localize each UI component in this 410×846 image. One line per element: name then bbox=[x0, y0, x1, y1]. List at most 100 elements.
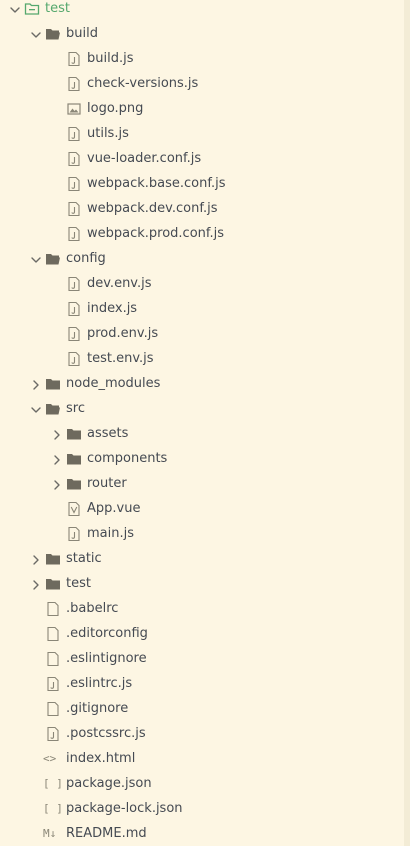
file-label: App.vue bbox=[87, 501, 141, 516]
file-label: main.js bbox=[87, 526, 134, 541]
folder-label: node_modules bbox=[66, 376, 161, 391]
json-file-icon: [ ] bbox=[43, 802, 63, 815]
file-label: index.js bbox=[87, 301, 138, 316]
folder-icon bbox=[46, 579, 60, 590]
file-label: .editorconfig bbox=[66, 626, 148, 641]
chevron-down-icon[interactable] bbox=[30, 404, 42, 416]
file-item[interactable]: .postcssrc.js bbox=[0, 722, 404, 747]
folder-item[interactable]: node_modules bbox=[0, 372, 404, 397]
file-label: .eslintrc.js bbox=[66, 676, 133, 691]
markdown-file-icon: M↓ bbox=[43, 827, 57, 840]
chevron-right-icon[interactable] bbox=[51, 454, 63, 466]
file-icon bbox=[47, 626, 59, 642]
file-icon bbox=[47, 601, 59, 617]
js-file-icon bbox=[68, 526, 80, 542]
folder-item[interactable]: test bbox=[0, 572, 404, 597]
folder-label: static bbox=[66, 551, 102, 566]
file-item[interactable]: [ ] package-lock.json bbox=[0, 797, 404, 822]
folder-label: components bbox=[87, 451, 168, 466]
file-item[interactable]: webpack.base.conf.js bbox=[0, 172, 404, 197]
chevron-down-icon[interactable] bbox=[30, 254, 42, 266]
file-item[interactable]: M↓ README.md bbox=[0, 822, 404, 846]
file-label: prod.env.js bbox=[87, 326, 159, 341]
file-label: build.js bbox=[87, 51, 134, 66]
chevron-down-icon[interactable] bbox=[30, 29, 42, 41]
root-folder-icon bbox=[24, 3, 40, 15]
folder-icon bbox=[67, 429, 81, 440]
html-file-icon: <> bbox=[43, 752, 57, 765]
file-item[interactable]: check-versions.js bbox=[0, 72, 404, 97]
file-item[interactable]: logo.png bbox=[0, 97, 404, 122]
file-item[interactable]: build.js bbox=[0, 47, 404, 72]
folder-item[interactable]: config bbox=[0, 247, 404, 272]
chevron-right-icon[interactable] bbox=[30, 579, 42, 591]
js-file-icon bbox=[47, 676, 59, 692]
file-label: test.env.js bbox=[87, 351, 154, 366]
file-label: utils.js bbox=[87, 126, 129, 141]
file-label: .gitignore bbox=[66, 701, 129, 716]
js-file-icon bbox=[47, 726, 59, 742]
chevron-right-icon[interactable] bbox=[30, 554, 42, 566]
js-file-icon bbox=[68, 151, 80, 167]
js-file-icon bbox=[68, 176, 80, 192]
file-item[interactable]: <> index.html bbox=[0, 747, 404, 772]
folder-icon bbox=[46, 554, 60, 565]
file-item[interactable]: [ ] package.json bbox=[0, 772, 404, 797]
folder-open-icon bbox=[46, 404, 60, 415]
folder-item[interactable]: build bbox=[0, 22, 404, 47]
file-item[interactable]: .eslintignore bbox=[0, 647, 404, 672]
js-file-icon bbox=[68, 351, 80, 367]
folder-icon bbox=[67, 454, 81, 465]
file-label: vue-loader.conf.js bbox=[87, 151, 202, 166]
folder-item[interactable]: static bbox=[0, 547, 404, 572]
file-item[interactable]: main.js bbox=[0, 522, 404, 547]
file-item[interactable]: .editorconfig bbox=[0, 622, 404, 647]
file-item[interactable]: utils.js bbox=[0, 122, 404, 147]
file-label: webpack.base.conf.js bbox=[87, 176, 226, 191]
file-icon bbox=[47, 651, 59, 667]
scrollbar[interactable] bbox=[404, 0, 410, 846]
file-item[interactable]: webpack.dev.conf.js bbox=[0, 197, 404, 222]
folder-label: test bbox=[45, 1, 70, 16]
file-item[interactable]: .gitignore bbox=[0, 697, 404, 722]
folder-item[interactable]: src bbox=[0, 397, 404, 422]
js-file-icon bbox=[68, 51, 80, 67]
file-label: .eslintignore bbox=[66, 651, 147, 666]
folder-label: src bbox=[66, 401, 85, 416]
js-file-icon bbox=[68, 76, 80, 92]
js-file-icon bbox=[68, 301, 80, 317]
folder-open-icon bbox=[46, 254, 60, 265]
file-item[interactable]: vue-loader.conf.js bbox=[0, 147, 404, 172]
file-label: webpack.dev.conf.js bbox=[87, 201, 218, 216]
file-item[interactable]: webpack.prod.conf.js bbox=[0, 222, 404, 247]
folder-item[interactable]: test bbox=[0, 0, 404, 22]
file-item[interactable]: App.vue bbox=[0, 497, 404, 522]
js-file-icon bbox=[68, 126, 80, 142]
chevron-right-icon[interactable] bbox=[30, 379, 42, 391]
file-explorer-panel: test build build.js check-versions.js logo.p… bbox=[0, 0, 405, 846]
folder-item[interactable]: assets bbox=[0, 422, 404, 447]
folder-label: router bbox=[87, 476, 127, 491]
file-item[interactable]: .eslintrc.js bbox=[0, 672, 404, 697]
file-item[interactable]: index.js bbox=[0, 297, 404, 322]
folder-item[interactable]: components bbox=[0, 447, 404, 472]
file-item[interactable]: test.env.js bbox=[0, 347, 404, 372]
file-label: README.md bbox=[66, 826, 147, 841]
folder-icon bbox=[46, 379, 60, 390]
js-file-icon bbox=[68, 276, 80, 292]
folder-open-icon bbox=[46, 29, 60, 40]
folder-label: assets bbox=[87, 426, 129, 441]
vue-file-icon bbox=[68, 501, 80, 517]
file-item[interactable]: dev.env.js bbox=[0, 272, 404, 297]
js-file-icon bbox=[68, 201, 80, 217]
file-label: logo.png bbox=[87, 101, 144, 116]
file-icon bbox=[47, 701, 59, 717]
folder-item[interactable]: router bbox=[0, 472, 404, 497]
file-label: .babelrc bbox=[66, 601, 119, 616]
file-item[interactable]: prod.env.js bbox=[0, 322, 404, 347]
chevron-right-icon[interactable] bbox=[51, 429, 63, 441]
chevron-right-icon[interactable] bbox=[51, 479, 63, 491]
file-label: check-versions.js bbox=[87, 76, 199, 91]
file-item[interactable]: .babelrc bbox=[0, 597, 404, 622]
chevron-down-icon[interactable] bbox=[9, 4, 21, 16]
